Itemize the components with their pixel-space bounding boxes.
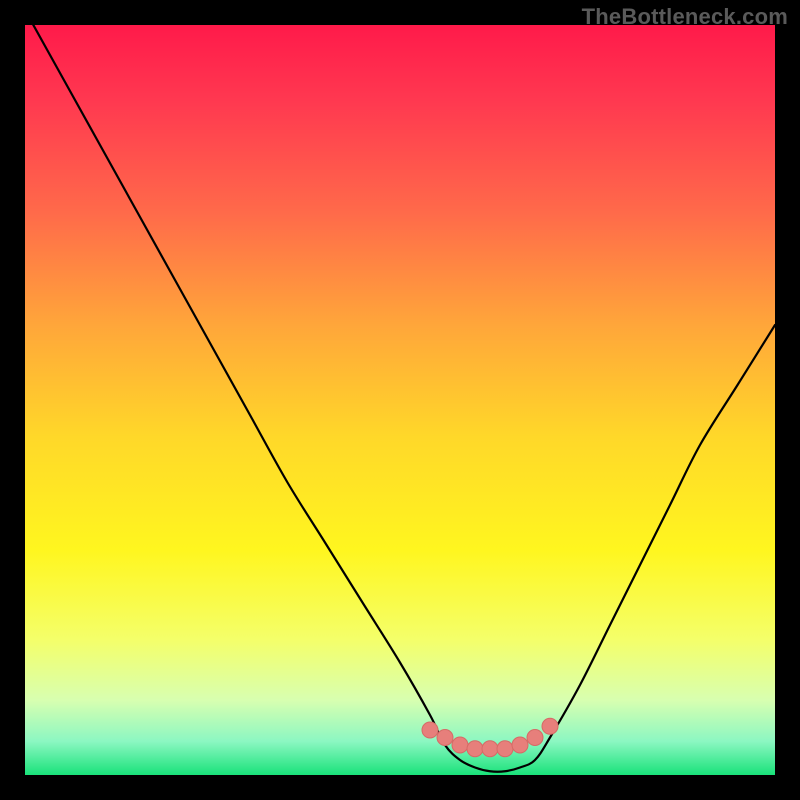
marker-dot <box>512 737 528 753</box>
plot-area <box>25 25 775 775</box>
marker-dot <box>482 741 498 757</box>
marker-dot <box>497 741 513 757</box>
marker-dot <box>437 730 453 746</box>
marker-dot <box>422 722 438 738</box>
bottleneck-chart <box>25 25 775 775</box>
chart-frame: TheBottleneck.com <box>0 0 800 800</box>
marker-dot <box>467 741 483 757</box>
marker-dot <box>452 737 468 753</box>
marker-dot <box>527 730 543 746</box>
marker-dot <box>542 718 558 734</box>
